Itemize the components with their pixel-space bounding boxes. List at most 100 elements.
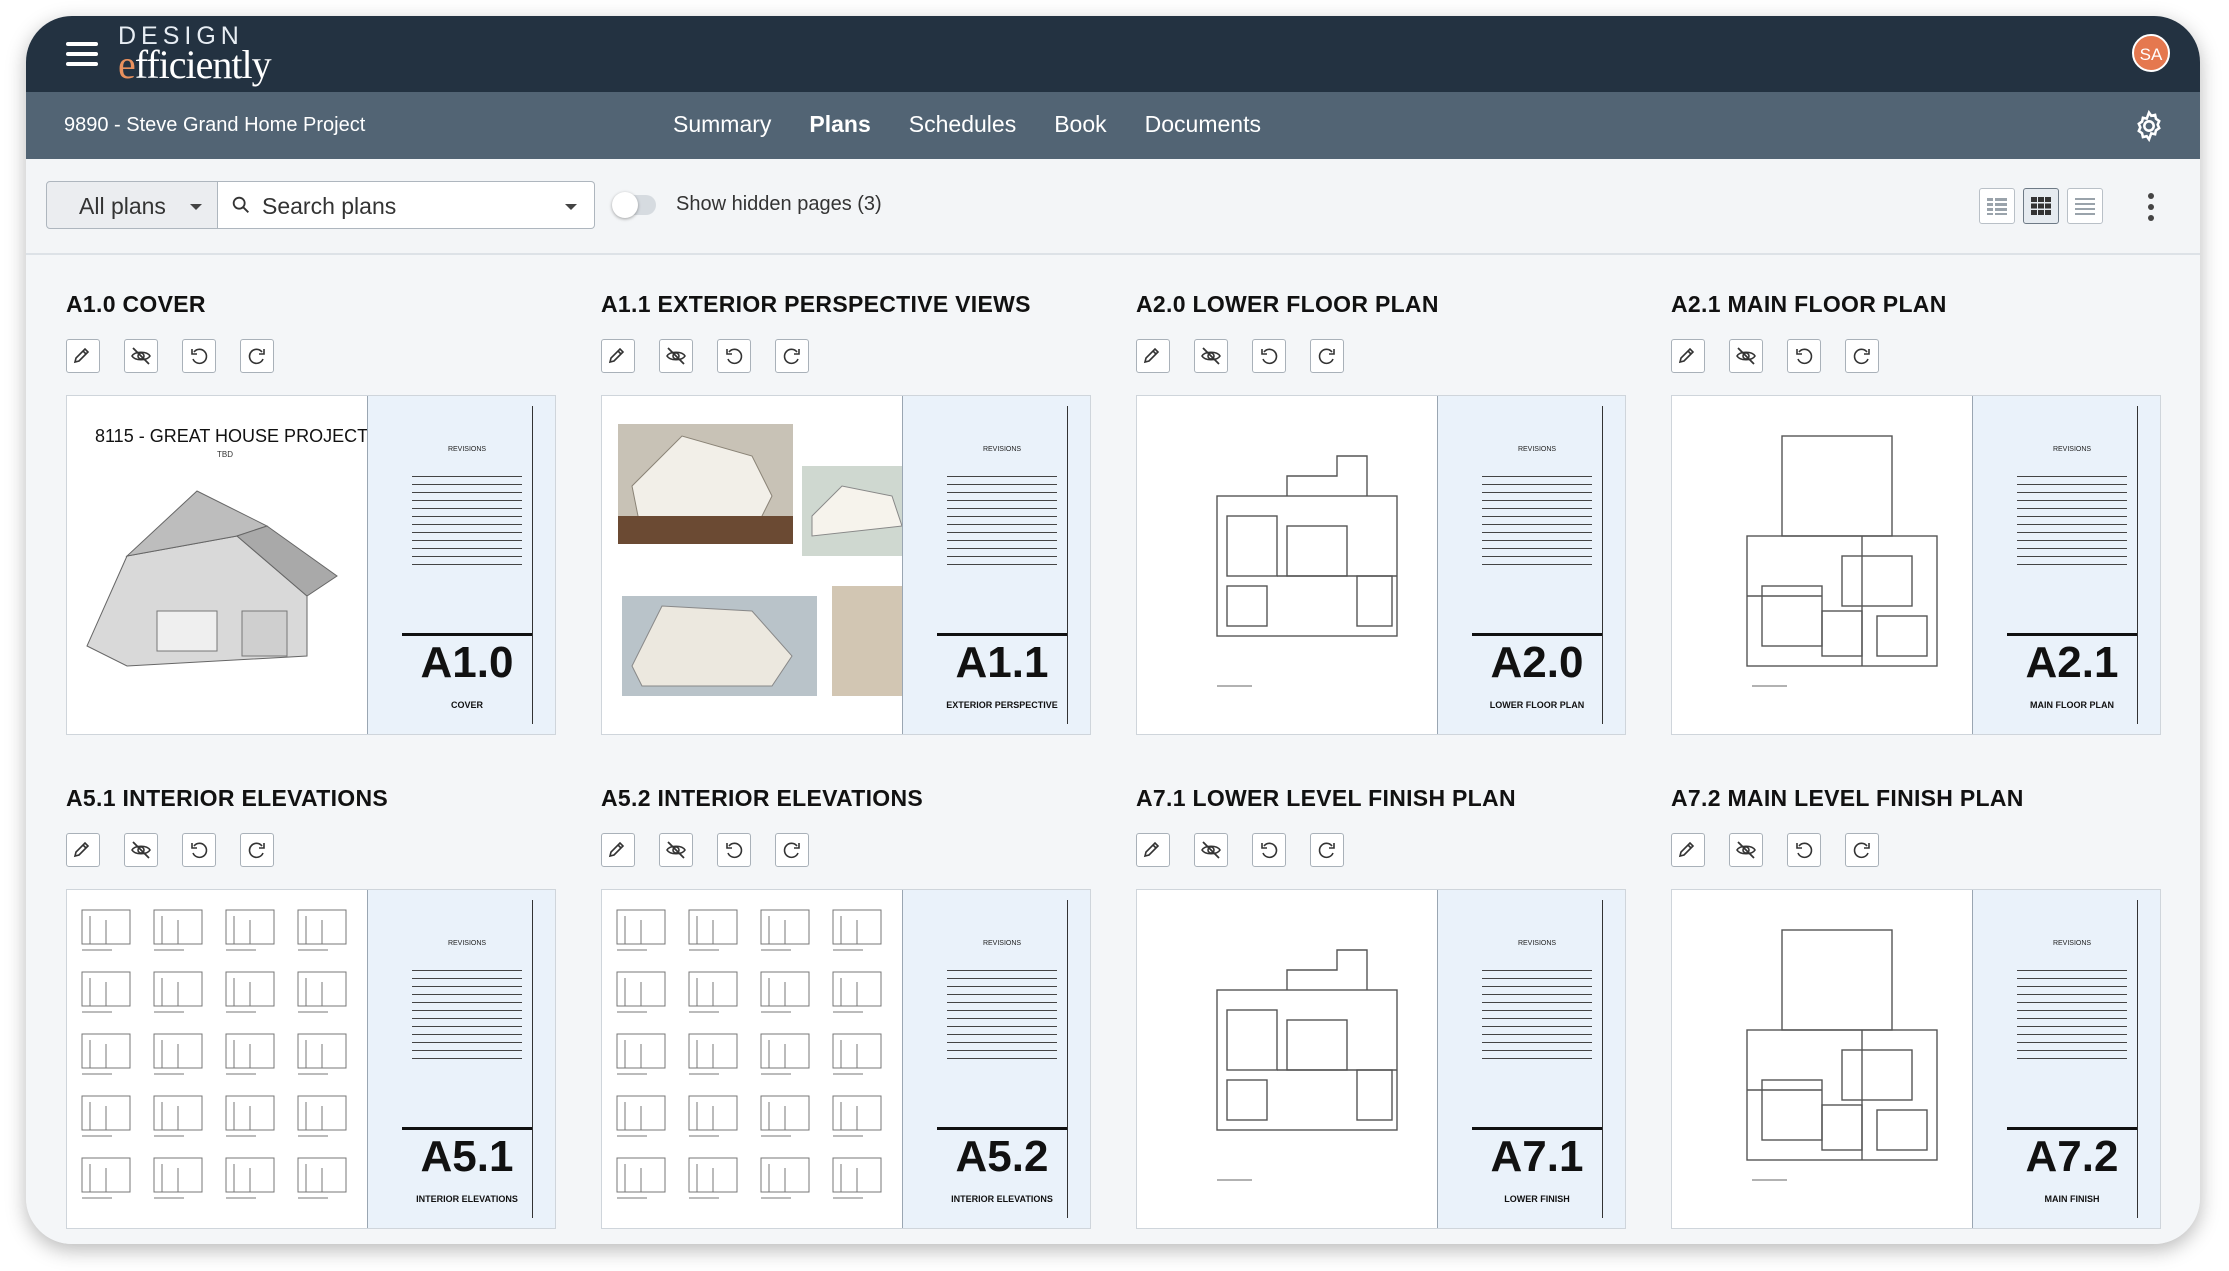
rotate-left-button[interactable] xyxy=(1252,339,1286,373)
rotate-left-button[interactable] xyxy=(1787,339,1821,373)
hide-button[interactable] xyxy=(659,339,693,373)
rotate-right-button[interactable] xyxy=(1310,833,1344,867)
sheet-subtitle: MAIN FLOOR PLAN xyxy=(2030,700,2114,710)
edit-button[interactable] xyxy=(601,833,635,867)
rotate-right-button[interactable] xyxy=(240,833,274,867)
plan-title: A5.1 INTERIOR ELEVATIONS xyxy=(66,785,389,811)
tab-book[interactable]: Book xyxy=(1035,92,1125,159)
sheet-number: A7.1 xyxy=(1490,1132,1584,1181)
menu-icon[interactable] xyxy=(66,42,98,66)
plan-title: A7.1 LOWER LEVEL FINISH PLAN xyxy=(1136,785,1516,811)
edit-button[interactable] xyxy=(1136,339,1170,373)
rotate-left-button[interactable] xyxy=(1252,833,1286,867)
more-options-icon[interactable] xyxy=(2146,193,2156,223)
logo[interactable]: DESIGN efficiently xyxy=(118,24,272,85)
title-divider xyxy=(1472,1127,1602,1130)
rotate-right-icon xyxy=(248,348,265,365)
project-bar: 9890 - Steve Grand Home Project Summary … xyxy=(26,92,2200,159)
caret-down-icon xyxy=(190,204,202,210)
search-dropdown-icon[interactable] xyxy=(565,204,577,210)
rotate-left-button[interactable] xyxy=(717,833,751,867)
plan-thumbnail[interactable]: REVISIONS A7.1 LOWER FINISH xyxy=(1136,889,1626,1229)
gear-icon[interactable] xyxy=(2132,109,2166,143)
hide-button[interactable] xyxy=(1729,833,1763,867)
table-view-button[interactable] xyxy=(1979,188,2015,224)
plan-thumbnail[interactable]: 8115 - GREAT HOUSE PROJECT TBD REVISIONS A1… xyxy=(66,395,556,735)
plan-thumbnail[interactable]: REVISIONS A2.1 MAIN FLOOR PLAN xyxy=(1671,395,2161,735)
title-block: REVISIONS A5.2 INTERIOR ELEVATIONS xyxy=(902,890,1090,1228)
rotate-left-icon xyxy=(1796,842,1813,859)
edit-icon xyxy=(1678,841,1695,858)
plan-card: A5.1 INTERIOR ELEVATIONS REVISIONS A5.1 INT… xyxy=(26,749,556,1229)
edit-button[interactable] xyxy=(66,833,100,867)
hide-button[interactable] xyxy=(1729,339,1763,373)
tab-plans[interactable]: Plans xyxy=(790,92,889,159)
hide-button[interactable] xyxy=(659,833,693,867)
edit-button[interactable] xyxy=(66,339,100,373)
plan-tools xyxy=(1671,339,1903,373)
edit-icon xyxy=(73,841,90,858)
search-input[interactable] xyxy=(260,190,554,222)
hide-button[interactable] xyxy=(124,339,158,373)
rotate-left-button[interactable] xyxy=(1787,833,1821,867)
search-icon xyxy=(232,196,249,213)
revisions-label: REVISIONS xyxy=(982,940,1022,947)
edit-icon xyxy=(73,347,90,364)
show-hidden-toggle[interactable] xyxy=(612,192,656,218)
plan-card: A5.2 INTERIOR ELEVATIONS REVISIONS A5.2 INT… xyxy=(561,749,1091,1229)
title-divider xyxy=(402,633,532,636)
rotate-right-button[interactable] xyxy=(240,339,274,373)
rotate-right-button[interactable] xyxy=(775,339,809,373)
revision-lines xyxy=(947,476,1057,566)
tab-schedules[interactable]: Schedules xyxy=(890,92,1035,159)
rotate-left-button[interactable] xyxy=(182,339,216,373)
sheet-subtitle: MAIN FINISH xyxy=(2044,1194,2100,1204)
sheet-number: A2.1 xyxy=(2025,638,2119,687)
search-box xyxy=(218,181,595,229)
plan-tools xyxy=(601,339,833,373)
sheet-subtitle: COVER xyxy=(450,700,483,710)
tab-documents[interactable]: Documents xyxy=(1126,92,1280,159)
plan-title: A5.2 INTERIOR ELEVATIONS xyxy=(601,785,924,811)
rotate-left-button[interactable] xyxy=(717,339,751,373)
rotate-right-button[interactable] xyxy=(1845,339,1879,373)
rotate-right-icon xyxy=(1318,842,1335,859)
sheet-subtitle: EXTERIOR PERSPECTIVE xyxy=(946,700,1058,710)
table-view-icon xyxy=(1987,198,2007,215)
rotate-left-button[interactable] xyxy=(182,833,216,867)
grid-view-button[interactable] xyxy=(2023,188,2059,224)
rotate-right-button[interactable] xyxy=(775,833,809,867)
tab-summary[interactable]: Summary xyxy=(654,92,790,159)
edit-button[interactable] xyxy=(1136,833,1170,867)
sheet-number: A5.1 xyxy=(420,1132,514,1181)
rotate-right-icon xyxy=(783,842,800,859)
revisions-label: REVISIONS xyxy=(982,446,1022,453)
revision-lines xyxy=(412,970,522,1060)
plan-title: A2.0 LOWER FLOOR PLAN xyxy=(1136,291,1439,317)
plan-tools xyxy=(1136,339,1368,373)
edit-icon xyxy=(1678,347,1695,364)
edit-icon xyxy=(1143,841,1160,858)
revision-lines xyxy=(1482,970,1592,1060)
rotate-right-button[interactable] xyxy=(1310,339,1344,373)
edit-icon xyxy=(1143,347,1160,364)
revisions-label: REVISIONS xyxy=(1517,446,1557,453)
rotate-right-button[interactable] xyxy=(1845,833,1879,867)
list-view-button[interactable] xyxy=(2067,188,2103,224)
plan-thumbnail[interactable]: REVISIONS A5.1 INTERIOR ELEVATIONS xyxy=(66,889,556,1229)
hide-button[interactable] xyxy=(1194,339,1228,373)
plan-thumbnail[interactable]: REVISIONS A5.2 INTERIOR ELEVATIONS xyxy=(601,889,1091,1229)
hide-button[interactable] xyxy=(1194,833,1228,867)
revisions-label: REVISIONS xyxy=(447,446,487,453)
edit-button[interactable] xyxy=(1671,833,1705,867)
plan-thumbnail[interactable]: REVISIONS A1.1 EXTERIOR PERSPECTIVE xyxy=(601,395,1091,735)
plan-filter-select[interactable]: All plans xyxy=(46,181,218,229)
plan-thumbnail[interactable]: REVISIONS A2.0 LOWER FLOOR PLAN xyxy=(1136,395,1626,735)
edit-button[interactable] xyxy=(1671,339,1705,373)
edit-button[interactable] xyxy=(601,339,635,373)
hide-button[interactable] xyxy=(124,833,158,867)
avatar[interactable]: SA xyxy=(2132,34,2170,72)
rotate-left-icon xyxy=(1261,348,1278,365)
rotate-right-icon xyxy=(1318,348,1335,365)
plan-thumbnail[interactable]: REVISIONS A7.2 MAIN FINISH xyxy=(1671,889,2161,1229)
